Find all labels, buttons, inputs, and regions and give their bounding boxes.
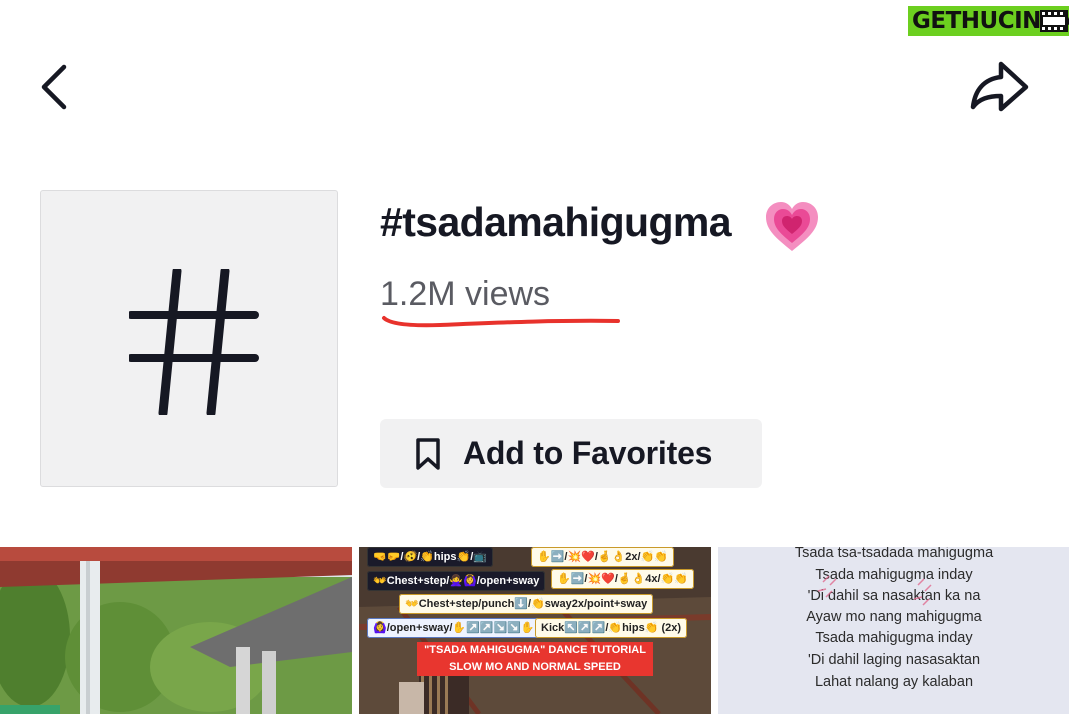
film-reel-icon xyxy=(1040,10,1068,32)
share-arrow-icon xyxy=(970,61,1029,112)
growing-heart-icon xyxy=(766,202,818,251)
outdoor-court-image xyxy=(0,547,352,714)
red-underline-annotation xyxy=(382,316,620,328)
move-tag: Kick↖️↗️↗️/👏hips👏 (2x) xyxy=(535,618,688,638)
video-thumbnail[interactable]: 🤜🤛/🫨/👏hips👏/📺 ✋➡️/💥❤️/🤞👌2x/👏👏 👐Chest+ste… xyxy=(359,547,711,714)
move-tag: 🙆‍♀️/open+sway/✋↗️↗️↘️↘️✋ xyxy=(367,618,541,638)
move-tag: 👐Chest+step/punch⬇️/👏sway2x/point+sway xyxy=(399,594,654,614)
move-tag: ✋➡️/💥❤️/🤞👌4x/👏👏 xyxy=(551,569,694,589)
tutorial-caption: "TSADA MAHIGUGMA" DANCE TUTORIAL xyxy=(417,642,653,659)
add-to-favorites-label: Add to Favorites xyxy=(463,435,713,471)
video-thumbnail[interactable] xyxy=(0,547,352,714)
tutorial-caption: SLOW MO AND NORMAL SPEED xyxy=(417,659,653,676)
hashtag-cover-tile xyxy=(40,190,338,487)
video-thumbnail[interactable]: Tsada tsa-tsadada mahigugma Tsada mahigu… xyxy=(718,547,1069,714)
hashtag-title: #tsadamahigugma xyxy=(380,199,732,245)
hashtag-icon xyxy=(129,269,259,415)
back-button[interactable] xyxy=(38,62,78,112)
decorative-pink-doodles xyxy=(817,575,932,606)
bookmark-icon xyxy=(416,438,440,470)
view-count: 1.2M views xyxy=(380,275,551,313)
move-tag: ✋➡️/💥❤️/🤞👌2x/👏👏 xyxy=(531,547,674,567)
add-to-favorites-button[interactable]: Add to Favorites xyxy=(380,419,762,488)
move-tag: 👐Chest+step/🙅‍♀️🙆‍♀️/open+sway xyxy=(367,571,546,591)
chevron-left-icon xyxy=(41,64,67,110)
move-tag: 🤜🤛/🫨/👏hips👏/📺 xyxy=(367,547,493,567)
watermark-logo: GETHUCINEMA xyxy=(908,4,1069,42)
share-button[interactable] xyxy=(966,58,1032,114)
